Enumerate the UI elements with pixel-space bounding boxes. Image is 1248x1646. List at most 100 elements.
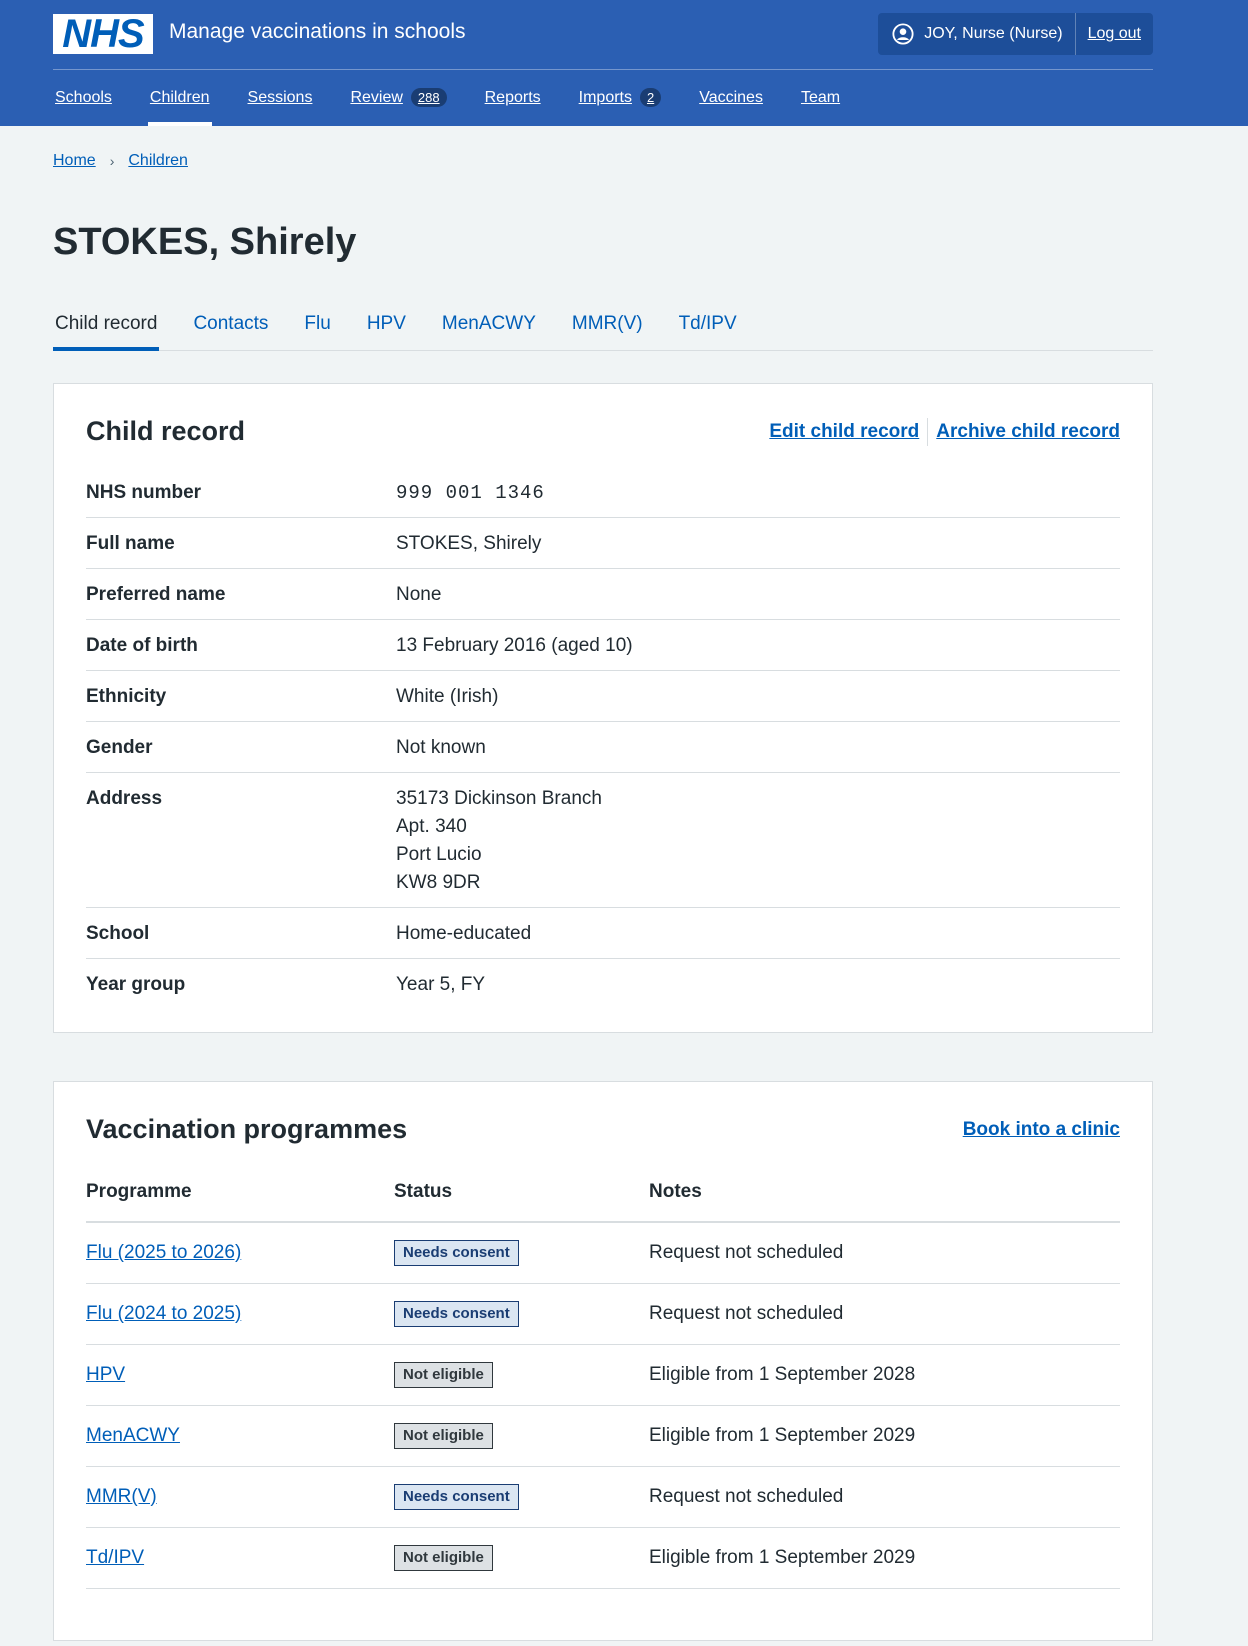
summary-value: None — [396, 584, 442, 605]
table-row: Flu (2025 to 2026) Needs consent Request… — [86, 1222, 1120, 1284]
summary-list: NHS number 999 001 1346 Full name STOKES… — [86, 467, 1120, 1009]
tab-contacts[interactable]: Contacts — [191, 298, 270, 350]
chevron-right-icon: › — [109, 153, 115, 169]
notes-cell: Eligible from 1 September 2029 — [649, 1405, 1120, 1467]
tab-mmrv[interactable]: MMR(V) — [570, 298, 645, 350]
status-badge: Needs consent — [394, 1240, 519, 1266]
column-header: Status — [394, 1181, 649, 1223]
status-badge: Not eligible — [394, 1545, 493, 1571]
nav-label: Children — [149, 88, 210, 106]
status-badge: Not eligible — [394, 1362, 493, 1388]
column-header: Notes — [649, 1181, 1120, 1223]
table-row: MenACWY Not eligible Eligible from 1 Sep… — [86, 1405, 1120, 1467]
tab-hpv[interactable]: HPV — [365, 298, 408, 350]
summary-row: Gender Not known — [86, 722, 1120, 773]
summary-key: Full name — [86, 533, 175, 554]
nav-label: Imports — [578, 88, 632, 106]
programme-link[interactable]: MenACWY — [86, 1425, 180, 1446]
nav-reports[interactable]: Reports — [483, 69, 543, 126]
site-header: NHS Manage vaccinations in schools JOY, … — [0, 0, 1248, 126]
address-line: 35173 Dickinson Branch — [396, 788, 602, 809]
table-header-row: Programme Status Notes — [86, 1181, 1120, 1223]
card-title: Child record — [86, 416, 246, 446]
nav-label: Sessions — [247, 88, 313, 106]
edit-child-record-link[interactable]: Edit child record — [769, 421, 919, 443]
nav-review[interactable]: Review 288 — [348, 69, 448, 126]
address-line: KW8 9DR — [396, 872, 481, 893]
tab-flu[interactable]: Flu — [302, 298, 332, 350]
status-badge: Needs consent — [394, 1301, 519, 1327]
programme-link[interactable]: Td/IPV — [86, 1547, 144, 1568]
nav-sessions[interactable]: Sessions — [246, 69, 315, 126]
summary-row: School Home-educated — [86, 908, 1120, 959]
nav-vaccines[interactable]: Vaccines — [697, 69, 765, 126]
account-user: JOY, Nurse (Nurse) — [878, 13, 1076, 55]
address-line: Port Lucio — [396, 844, 482, 865]
nav-imports[interactable]: Imports 2 — [577, 69, 664, 126]
status-badge: Needs consent — [394, 1484, 519, 1510]
child-record-card: Child record Edit child record Archive c… — [53, 383, 1153, 1033]
summary-row: NHS number 999 001 1346 — [86, 467, 1120, 518]
summary-row: Address 35173 Dickinson Branch Apt. 340 … — [86, 773, 1120, 908]
nav-label: Team — [800, 88, 841, 106]
notes-cell: Request not scheduled — [649, 1283, 1120, 1345]
summary-key: Date of birth — [86, 635, 198, 656]
summary-row: Date of birth 13 February 2016 (aged 10) — [86, 620, 1120, 671]
status-badge: Not eligible — [394, 1423, 493, 1449]
summary-row: Year group Year 5, FY — [86, 959, 1120, 1009]
nhs-logo-text: NHS — [62, 12, 144, 56]
book-into-clinic-link[interactable]: Book into a clinic — [963, 1119, 1120, 1141]
summary-value: 13 February 2016 (aged 10) — [396, 635, 633, 656]
summary-row: Full name STOKES, Shirely — [86, 518, 1120, 569]
programme-link[interactable]: HPV — [86, 1364, 125, 1385]
imports-count-badge: 2 — [639, 88, 662, 107]
nav-label: Review — [350, 88, 403, 106]
nhs-logo[interactable]: NHS — [53, 14, 153, 54]
summary-key: Preferred name — [86, 584, 226, 605]
logout-link[interactable]: Log out — [1076, 25, 1153, 43]
nav-team[interactable]: Team — [799, 69, 842, 126]
notes-cell: Request not scheduled — [649, 1466, 1120, 1528]
summary-key: School — [86, 923, 150, 944]
programmes-table: Programme Status Notes Flu (2025 to 2026… — [86, 1181, 1120, 1589]
nav-schools[interactable]: Schools — [53, 69, 114, 126]
card-title: Vaccination programmes — [86, 1114, 408, 1144]
primary-nav: Schools Children Sessions Review 288 Repo… — [53, 69, 876, 126]
nav-label: Reports — [484, 88, 541, 106]
summary-value: White (Irish) — [396, 686, 499, 707]
table-row: Td/IPV Not eligible Eligible from 1 Sept… — [86, 1527, 1120, 1589]
breadcrumb-children[interactable]: Children — [128, 152, 188, 170]
programme-link[interactable]: Flu (2024 to 2025) — [86, 1303, 241, 1324]
nav-children[interactable]: Children — [147, 69, 212, 126]
tab-child-record[interactable]: Child record — [53, 298, 160, 351]
column-header: Programme — [86, 1181, 394, 1223]
vaccination-programmes-card: Vaccination programmes Book into a clini… — [53, 1081, 1153, 1641]
breadcrumb: Home › Children — [53, 152, 1153, 170]
service-name[interactable]: Manage vaccinations in schools — [169, 20, 466, 44]
nav-label: Vaccines — [699, 88, 763, 106]
notes-cell: Eligible from 1 September 2029 — [649, 1527, 1120, 1589]
summary-key: Gender — [86, 737, 153, 758]
action-divider — [927, 417, 929, 446]
tab-tdipv[interactable]: Td/IPV — [677, 298, 739, 350]
programme-link[interactable]: Flu (2025 to 2026) — [86, 1242, 241, 1263]
summary-key: Year group — [86, 974, 186, 995]
table-row: Flu (2024 to 2025) Needs consent Request… — [86, 1283, 1120, 1345]
summary-value: Year 5, FY — [396, 974, 486, 995]
child-tabs: Child record Contacts Flu HPV MenACWY MM… — [53, 298, 1153, 351]
summary-value: Not known — [396, 737, 486, 758]
notes-cell: Request not scheduled — [649, 1222, 1120, 1284]
breadcrumb-home[interactable]: Home — [53, 152, 96, 170]
summary-key: Ethnicity — [86, 686, 167, 707]
archive-child-record-link[interactable]: Archive child record — [936, 421, 1120, 443]
summary-key: Address — [86, 788, 163, 809]
nav-label: Schools — [55, 88, 112, 106]
notes-cell: Eligible from 1 September 2028 — [649, 1344, 1120, 1406]
page-title: STOKES, Shirely — [53, 221, 357, 263]
tab-menacwy[interactable]: MenACWY — [440, 298, 538, 350]
summary-row: Preferred name None — [86, 569, 1120, 620]
table-row: MMR(V) Needs consent Request not schedul… — [86, 1466, 1120, 1528]
main-content: Home › Children STOKES, Shirely Child re… — [53, 126, 1153, 1641]
programme-link[interactable]: MMR(V) — [86, 1486, 157, 1507]
summary-key: NHS number — [86, 482, 202, 503]
